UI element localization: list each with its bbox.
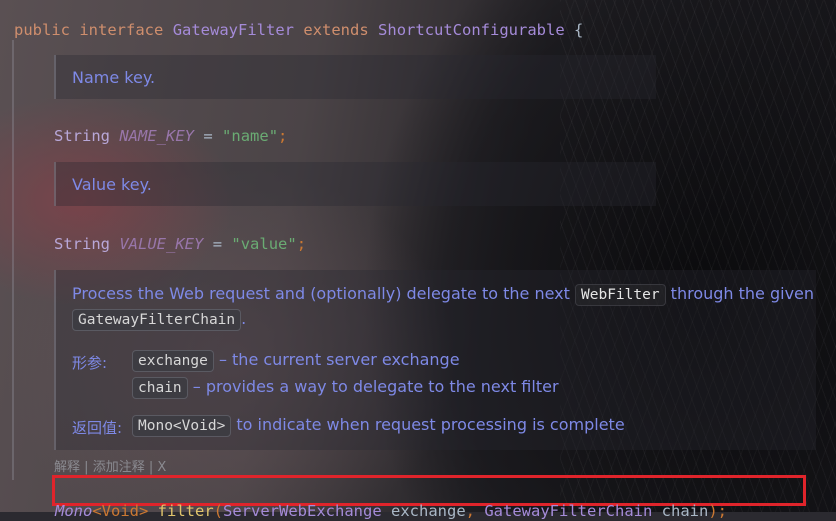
assign-operator: = — [203, 127, 213, 145]
doc-desc-text: Process the Web request and (optionally)… — [72, 284, 570, 303]
code-ref-webfilter[interactable]: WebFilter — [575, 284, 666, 306]
param-chain-row: chain – provides a way to delegate to th… — [132, 377, 559, 399]
indent-guide — [12, 40, 14, 480]
interface-declaration: public interface GatewayFilter extends S… — [14, 0, 583, 40]
field-name[interactable]: VALUE_KEY — [119, 235, 203, 253]
inlay-hint-actions: 解释 | 添加注释 | X — [54, 456, 166, 475]
param-desc-chain: – provides a way to delegate to the next… — [192, 377, 559, 396]
keyword-extends: extends — [303, 21, 369, 39]
doc-text-value-key: Value key. — [72, 175, 152, 194]
param-name-exchange[interactable]: exchange — [132, 350, 214, 372]
open-paren: ( — [213, 502, 224, 520]
doc-desc-period: . — [241, 309, 247, 328]
add-comment-link[interactable]: 添加注释 — [93, 460, 145, 475]
keyword-interface: interface — [79, 21, 164, 39]
explain-link[interactable]: 解释 — [54, 460, 80, 475]
semicolon: ; — [278, 127, 288, 145]
field-type[interactable]: String — [54, 127, 110, 145]
parent-interface-name[interactable]: ShortcutConfigurable — [378, 21, 565, 39]
semicolon: ; — [296, 235, 307, 253]
param2-name[interactable]: chain — [662, 502, 709, 520]
field-type[interactable]: String — [54, 235, 110, 253]
field-name[interactable]: NAME_KEY — [119, 127, 194, 145]
field-value-key: String VALUE_KEY = "value"; — [54, 214, 306, 254]
return-type-chip[interactable]: Mono<Void> — [132, 415, 232, 437]
field-name-key: String NAME_KEY = "name"; — [54, 106, 287, 146]
param1-type[interactable]: ServerWebExchange — [223, 502, 382, 520]
interface-name[interactable]: GatewayFilter — [173, 21, 294, 39]
close-paren-semicolon: ); — [708, 502, 728, 520]
param1-name[interactable]: exchange — [391, 502, 466, 520]
method-signature[interactable]: Mono<Void> filter(ServerWebExchange exch… — [55, 481, 727, 521]
assign-operator: = — [212, 235, 223, 253]
comma: , — [465, 502, 475, 520]
method-doc-description-line2: GatewayFilterChain. — [72, 309, 246, 331]
param-exchange-row: exchange – the current server exchange — [132, 350, 460, 372]
method-doc-description-line1: Process the Web request and (optionally)… — [72, 284, 814, 306]
field-value: "value" — [231, 235, 297, 253]
keyword-public: public — [14, 21, 70, 39]
return-desc: to indicate when request processing is c… — [236, 415, 625, 434]
return-row: Mono<Void> to indicate when request proc… — [132, 415, 625, 437]
return-label: 返回值: — [72, 419, 123, 437]
hint-separator: | — [84, 460, 89, 475]
close-hint-button[interactable]: X — [157, 460, 166, 475]
return-generic: <Void> — [92, 502, 149, 520]
open-brace: { — [574, 21, 584, 39]
param2-type[interactable]: GatewayFilterChain — [484, 502, 652, 520]
param-name-chain[interactable]: chain — [132, 377, 188, 399]
return-type[interactable]: Mono — [55, 502, 92, 520]
doc-text-name-key: Name key. — [72, 68, 156, 87]
field-value: "name" — [222, 127, 279, 145]
code-ref-gatewayfilterchain[interactable]: GatewayFilterChain — [72, 309, 242, 331]
method-name[interactable]: filter — [158, 502, 214, 520]
params-label: 形参: — [72, 354, 108, 372]
doc-desc-text: through the given — [670, 284, 815, 303]
param-desc-exchange: – the current server exchange — [218, 350, 460, 369]
hint-separator: | — [148, 460, 154, 475]
